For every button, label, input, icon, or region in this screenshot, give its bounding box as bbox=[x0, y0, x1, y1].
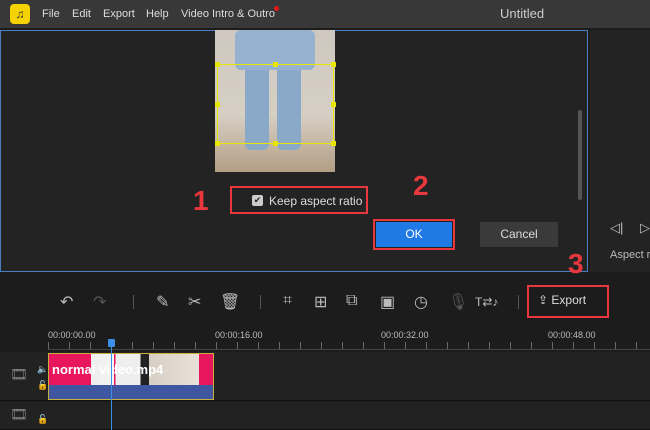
divider bbox=[133, 295, 134, 309]
previous-frame-icon[interactable]: ◁| bbox=[610, 220, 623, 236]
play-icon[interactable]: ▷ bbox=[640, 220, 650, 236]
lock-icon[interactable]: 🔓 bbox=[37, 380, 48, 391]
export-icon: ⇪ bbox=[538, 293, 552, 307]
annotation-number-2: 2 bbox=[413, 170, 429, 201]
app-logo-icon: ♫ bbox=[10, 4, 30, 24]
menu-help[interactable]: Help bbox=[146, 8, 169, 20]
redo-icon[interactable]: ↷ bbox=[93, 292, 106, 312]
divider bbox=[260, 295, 261, 309]
timecode: 00:00:32.00 bbox=[381, 330, 429, 340]
annotation-number-1: 1 bbox=[193, 185, 209, 216]
export-button[interactable]: ⇪ Export bbox=[538, 293, 586, 307]
delete-icon[interactable]: 🗑 bbox=[220, 292, 240, 312]
timecode: 00:00:48.00 bbox=[548, 330, 596, 340]
undo-icon[interactable]: ↶ bbox=[60, 292, 73, 312]
playhead-handle[interactable] bbox=[108, 339, 115, 347]
lock-icon[interactable]: 🔓 bbox=[37, 414, 48, 425]
film-icon: 🎞 bbox=[10, 366, 28, 382]
annotation-number-3: 3 bbox=[568, 248, 584, 279]
export-label: Export bbox=[551, 293, 587, 307]
voiceover-icon[interactable]: 🎙 bbox=[448, 292, 468, 312]
playhead[interactable] bbox=[111, 340, 112, 430]
text-to-speech-icon[interactable]: T⇄♪ bbox=[475, 295, 498, 309]
timeline-ruler[interactable] bbox=[48, 342, 650, 350]
cancel-button[interactable]: Cancel bbox=[480, 222, 558, 247]
timecode: 00:00:16.00 bbox=[215, 330, 263, 340]
notification-dot bbox=[274, 6, 279, 11]
second-track: 🎞 🔓 bbox=[0, 402, 650, 430]
freeze-icon[interactable]: ▣ bbox=[380, 292, 395, 312]
menu-file[interactable]: File bbox=[42, 8, 60, 20]
zoom-icon[interactable]: ⊞ bbox=[314, 292, 327, 312]
preview-panel: ◁| ▷ Aspect r bbox=[590, 30, 650, 272]
keep-aspect-ratio-checkbox[interactable]: ✔ bbox=[252, 195, 263, 206]
menu-export[interactable]: Export bbox=[103, 8, 135, 20]
clip-name: normal video.mp4 bbox=[52, 362, 164, 377]
mosaic-icon[interactable]: ⧉ bbox=[346, 292, 357, 310]
divider bbox=[518, 295, 519, 309]
film-icon: 🎞 bbox=[10, 406, 28, 422]
speed-icon[interactable]: ◷ bbox=[414, 292, 428, 312]
volume-icon[interactable]: 🔈 bbox=[37, 364, 48, 375]
cut-icon[interactable]: ✂ bbox=[188, 292, 201, 312]
timecode: 00:00:00.00 bbox=[48, 330, 96, 340]
edit-icon[interactable]: ✎ bbox=[156, 292, 169, 312]
scrollbar[interactable] bbox=[578, 110, 582, 200]
title-bar: ♫ File Edit Export Help Video Intro & Ou… bbox=[0, 0, 650, 28]
window-title: Untitled bbox=[500, 6, 545, 21]
ok-button[interactable]: OK bbox=[376, 222, 452, 247]
menu-video-intro-outro[interactable]: Video Intro & Outro bbox=[181, 8, 275, 20]
crop-icon[interactable]: ⌗ bbox=[283, 292, 292, 310]
crop-selection[interactable] bbox=[215, 62, 336, 146]
keep-aspect-ratio-label: Keep aspect ratio bbox=[269, 194, 363, 208]
menu-edit[interactable]: Edit bbox=[72, 8, 91, 20]
video-clip[interactable]: normal video.mp4 bbox=[48, 353, 214, 400]
aspect-ratio-label: Aspect r bbox=[610, 249, 650, 261]
